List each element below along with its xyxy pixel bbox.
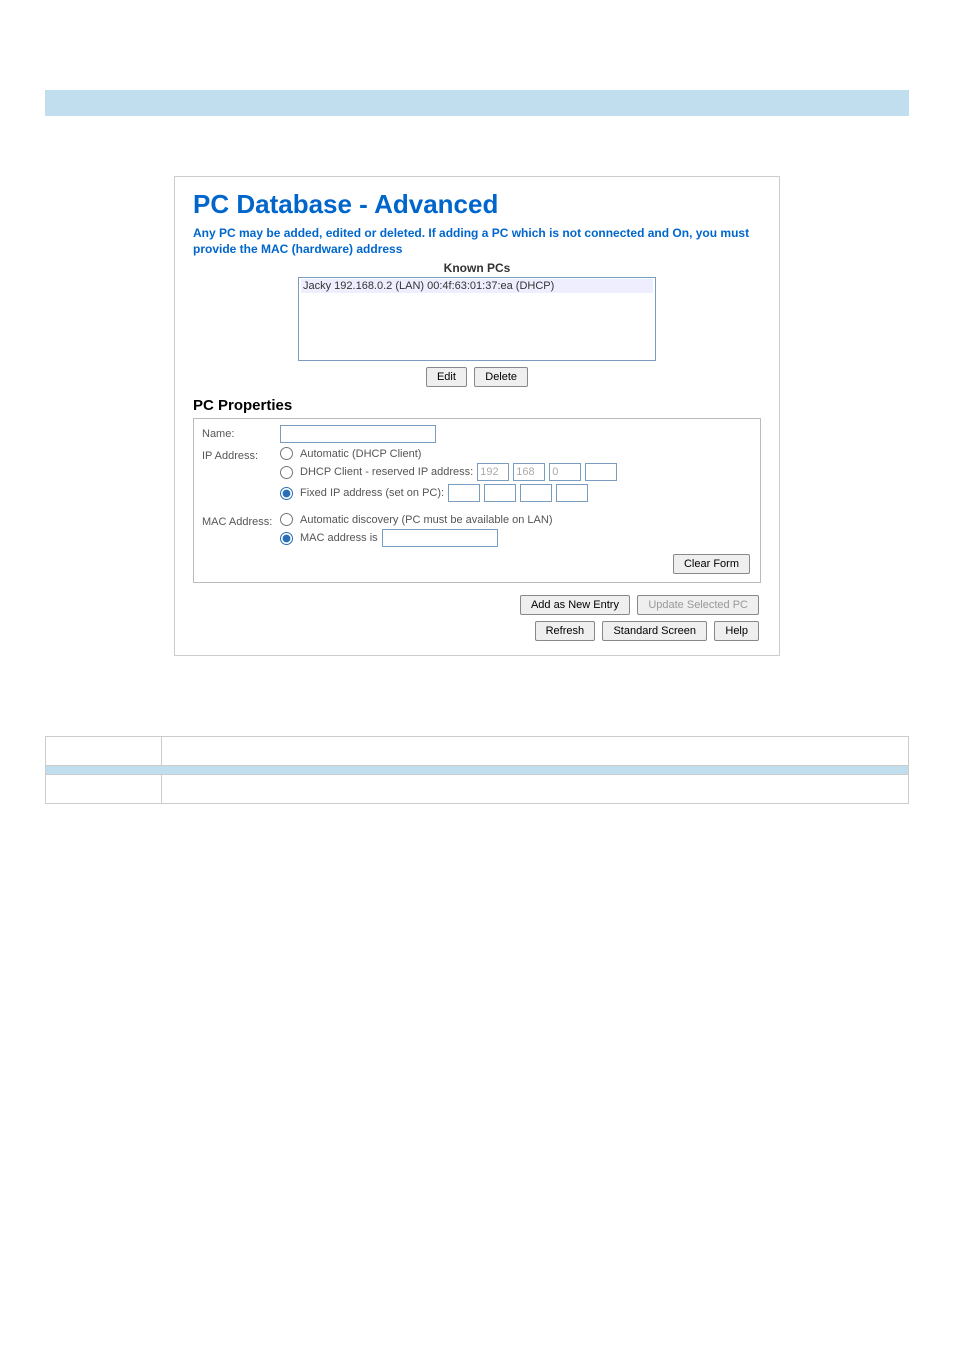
fixed-octet-4[interactable] (556, 484, 588, 502)
edit-button[interactable]: Edit (426, 367, 467, 387)
page-description: Any PC may be added, edited or deleted. … (193, 226, 761, 257)
fixed-octet-3[interactable] (520, 484, 552, 502)
pc-properties-heading: PC Properties (193, 397, 761, 414)
ip-reserved-radio[interactable] (280, 466, 293, 479)
reserved-octet-4[interactable] (585, 463, 617, 481)
list-item[interactable]: Jacky 192.168.0.2 (LAN) 00:4f:63:01:37:e… (301, 279, 653, 293)
table-cell (162, 737, 909, 766)
mac-address-input[interactable] (382, 529, 498, 547)
ip-reserved-label: DHCP Client - reserved IP address: (300, 466, 473, 478)
refresh-button[interactable]: Refresh (535, 621, 596, 641)
table-header (46, 766, 909, 775)
mac-manual-radio[interactable] (280, 532, 293, 545)
mac-manual-label: MAC address is (300, 532, 378, 544)
top-banner (45, 90, 909, 116)
name-input[interactable] (280, 425, 436, 443)
known-pcs-heading: Known PCs (193, 261, 761, 275)
clear-form-button[interactable]: Clear Form (673, 554, 750, 574)
mac-auto-radio[interactable] (280, 513, 293, 526)
table-cell (46, 737, 162, 766)
top-banner-text (45, 90, 909, 100)
ip-auto-label: Automatic (DHCP Client) (300, 448, 421, 460)
router-admin-panel: PC Database - Advanced Any PC may be add… (174, 176, 780, 656)
help-button[interactable]: Help (714, 621, 759, 641)
description-table (45, 736, 909, 804)
fixed-octet-2[interactable] (484, 484, 516, 502)
delete-button[interactable]: Delete (474, 367, 528, 387)
table-cell (46, 775, 162, 804)
add-new-entry-button[interactable]: Add as New Entry (520, 595, 630, 615)
ip-fixed-label: Fixed IP address (set on PC): (300, 487, 444, 499)
page-title: PC Database - Advanced (193, 189, 761, 220)
reserved-octet-2 (513, 463, 545, 481)
ip-auto-radio[interactable] (280, 447, 293, 460)
ip-address-label: IP Address: (202, 447, 280, 462)
pc-properties-box: Name: IP Address: Automatic (DHCP Client… (193, 418, 761, 583)
name-label: Name: (202, 425, 280, 440)
fixed-octet-1[interactable] (448, 484, 480, 502)
reserved-octet-1 (477, 463, 509, 481)
mac-auto-label: Automatic discovery (PC must be availabl… (300, 514, 553, 526)
known-pcs-listbox[interactable]: Jacky 192.168.0.2 (LAN) 00:4f:63:01:37:e… (298, 277, 656, 361)
standard-screen-button[interactable]: Standard Screen (602, 621, 707, 641)
table-cell (162, 775, 909, 804)
mac-address-label: MAC Address: (202, 513, 280, 528)
reserved-octet-3 (549, 463, 581, 481)
update-selected-pc-button[interactable]: Update Selected PC (637, 595, 759, 615)
ip-fixed-radio[interactable] (280, 487, 293, 500)
